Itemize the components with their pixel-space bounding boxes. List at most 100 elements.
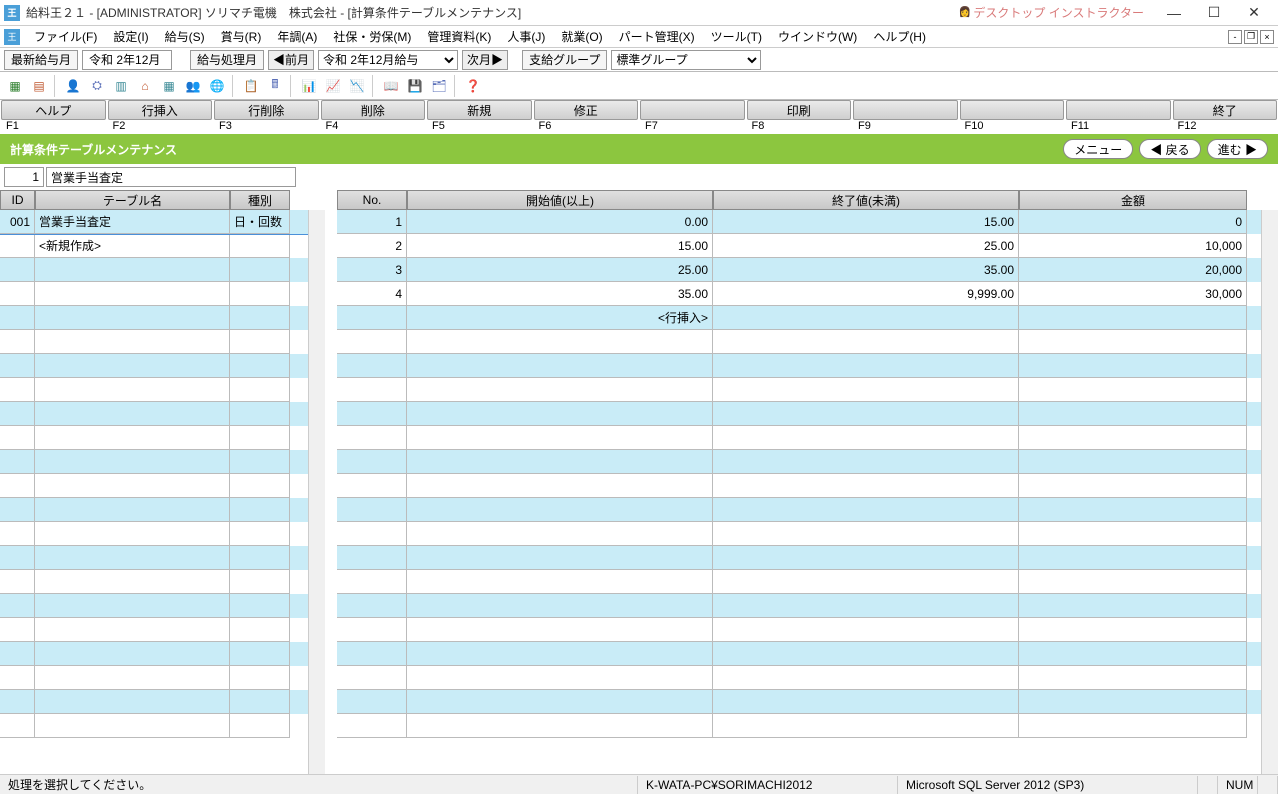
col-header-start[interactable]: 開始値(以上) [407, 190, 713, 210]
table-row[interactable] [337, 354, 1261, 378]
table-row[interactable] [0, 690, 308, 714]
toolbar-icon-2[interactable]: ▤ [28, 75, 50, 97]
table-row[interactable] [337, 570, 1261, 594]
menu-item[interactable]: 賞与(R) [213, 26, 270, 47]
table-row[interactable] [337, 594, 1261, 618]
toolbar-icon-10[interactable]: 📋 [240, 75, 262, 97]
table-row[interactable] [0, 642, 308, 666]
menu-item[interactable]: 社保・労保(M) [325, 26, 419, 47]
table-row[interactable] [337, 690, 1261, 714]
right-scrollbar[interactable] [1261, 210, 1278, 774]
mdi-close-button[interactable]: × [1260, 30, 1274, 44]
table-row[interactable] [0, 474, 308, 498]
pay-group-select[interactable]: 標準グループ [611, 50, 761, 70]
menu-item[interactable]: 就業(O) [553, 26, 610, 47]
toolbar-icon-12[interactable]: 📊 [298, 75, 320, 97]
toolbar-icon-8[interactable]: 👥 [182, 75, 204, 97]
menu-item[interactable]: ウインドウ(W) [770, 26, 865, 47]
table-row[interactable] [0, 402, 308, 426]
menu-item[interactable]: 給与(S) [157, 26, 213, 47]
fn-button-f6[interactable]: 修正 [534, 100, 639, 120]
menu-item[interactable]: ヘルプ(H) [865, 26, 934, 47]
toolbar-icon-9[interactable]: 🌐 [206, 75, 228, 97]
table-row[interactable] [0, 282, 308, 306]
table-row[interactable] [337, 498, 1261, 522]
col-header-end[interactable]: 終了値(未満) [713, 190, 1019, 210]
table-row[interactable] [0, 546, 308, 570]
table-row[interactable]: 435.009,999.0030,000 [337, 282, 1261, 306]
menu-item[interactable]: 設定(I) [105, 26, 156, 47]
record-number-input[interactable]: 1 [4, 167, 44, 187]
help-icon[interactable]: ❓ [462, 75, 484, 97]
cell-start[interactable]: 35.00 [407, 282, 713, 306]
fn-button-f5[interactable]: 新規 [427, 100, 532, 120]
col-header-amount[interactable]: 金額 [1019, 190, 1247, 210]
toolbar-icon-14[interactable]: 📉 [346, 75, 368, 97]
cell-end[interactable]: 9,999.00 [713, 282, 1019, 306]
prev-month-button[interactable]: ◀前月 [268, 50, 314, 70]
fn-button-f7[interactable] [640, 100, 745, 120]
table-row[interactable] [0, 618, 308, 642]
table-row[interactable] [0, 570, 308, 594]
cell-end[interactable]: 25.00 [713, 234, 1019, 258]
minimize-button[interactable]: ― [1154, 0, 1194, 26]
table-row[interactable]: <新規作成> [0, 234, 308, 258]
cell-end[interactable]: 15.00 [713, 210, 1019, 234]
table-row[interactable] [337, 330, 1261, 354]
table-row[interactable] [0, 306, 308, 330]
table-row[interactable] [337, 546, 1261, 570]
table-row[interactable]: <行挿入> [337, 306, 1261, 330]
forward-button[interactable]: 進む ▶ [1207, 139, 1268, 159]
fn-button-f12[interactable]: 終了 [1173, 100, 1278, 120]
table-row[interactable] [337, 402, 1261, 426]
table-row[interactable] [337, 474, 1261, 498]
table-row[interactable] [0, 258, 308, 282]
fn-button-f2[interactable]: 行挿入 [108, 100, 213, 120]
fn-button-f8[interactable]: 印刷 [747, 100, 852, 120]
col-header-no[interactable]: No. [337, 190, 407, 210]
menu-item[interactable]: ツール(T) [703, 26, 770, 47]
insert-row-placeholder[interactable]: <行挿入> [407, 306, 713, 330]
toolbar-icon-7[interactable]: ▦ [158, 75, 180, 97]
table-row[interactable]: 001営業手当査定日・回数 [0, 210, 308, 234]
table-row[interactable] [337, 666, 1261, 690]
cell-amount[interactable]: 30,000 [1019, 282, 1247, 306]
close-button[interactable]: ✕ [1234, 0, 1274, 26]
col-header-type[interactable]: 種別 [230, 190, 290, 210]
toolbar-icon-15[interactable]: 📖 [380, 75, 402, 97]
left-scrollbar[interactable] [308, 210, 325, 774]
menu-item[interactable]: ファイル(F) [26, 26, 105, 47]
cell-end[interactable]: 35.00 [713, 258, 1019, 282]
menu-item[interactable]: 管理資料(K) [419, 26, 499, 47]
menu-item[interactable]: 年調(A) [269, 26, 325, 47]
fn-button-f3[interactable]: 行削除 [214, 100, 319, 120]
table-row[interactable] [0, 330, 308, 354]
toolbar-icon-1[interactable]: ▦ [4, 75, 26, 97]
cell-amount[interactable]: 0 [1019, 210, 1247, 234]
toolbar-icon-11[interactable]: 🖩 [264, 75, 286, 97]
toolbar-icon-4[interactable]: ⛭ [86, 75, 108, 97]
table-row[interactable]: 10.0015.000 [337, 210, 1261, 234]
table-row[interactable] [0, 354, 308, 378]
next-month-button[interactable]: 次月▶ [462, 50, 508, 70]
table-row[interactable] [337, 618, 1261, 642]
toolbar-icon-5[interactable]: ▥ [110, 75, 132, 97]
table-row[interactable] [0, 378, 308, 402]
fn-button-f10[interactable] [960, 100, 1065, 120]
fn-button-f11[interactable] [1066, 100, 1171, 120]
fn-button-f9[interactable] [853, 100, 958, 120]
table-row[interactable] [337, 522, 1261, 546]
table-row[interactable] [0, 594, 308, 618]
menu-item[interactable]: パート管理(X) [611, 26, 703, 47]
table-row[interactable] [337, 450, 1261, 474]
mdi-minimize-button[interactable]: - [1228, 30, 1242, 44]
table-row[interactable] [0, 714, 308, 738]
back-button[interactable]: ◀ 戻る [1139, 139, 1200, 159]
fn-button-f4[interactable]: 削除 [321, 100, 426, 120]
table-row[interactable] [0, 426, 308, 450]
record-name-input[interactable]: 営業手当査定 [46, 167, 296, 187]
menu-item[interactable]: 人事(J) [499, 26, 553, 47]
col-header-id[interactable]: ID [0, 190, 35, 210]
table-row[interactable] [337, 714, 1261, 738]
table-row[interactable] [337, 378, 1261, 402]
